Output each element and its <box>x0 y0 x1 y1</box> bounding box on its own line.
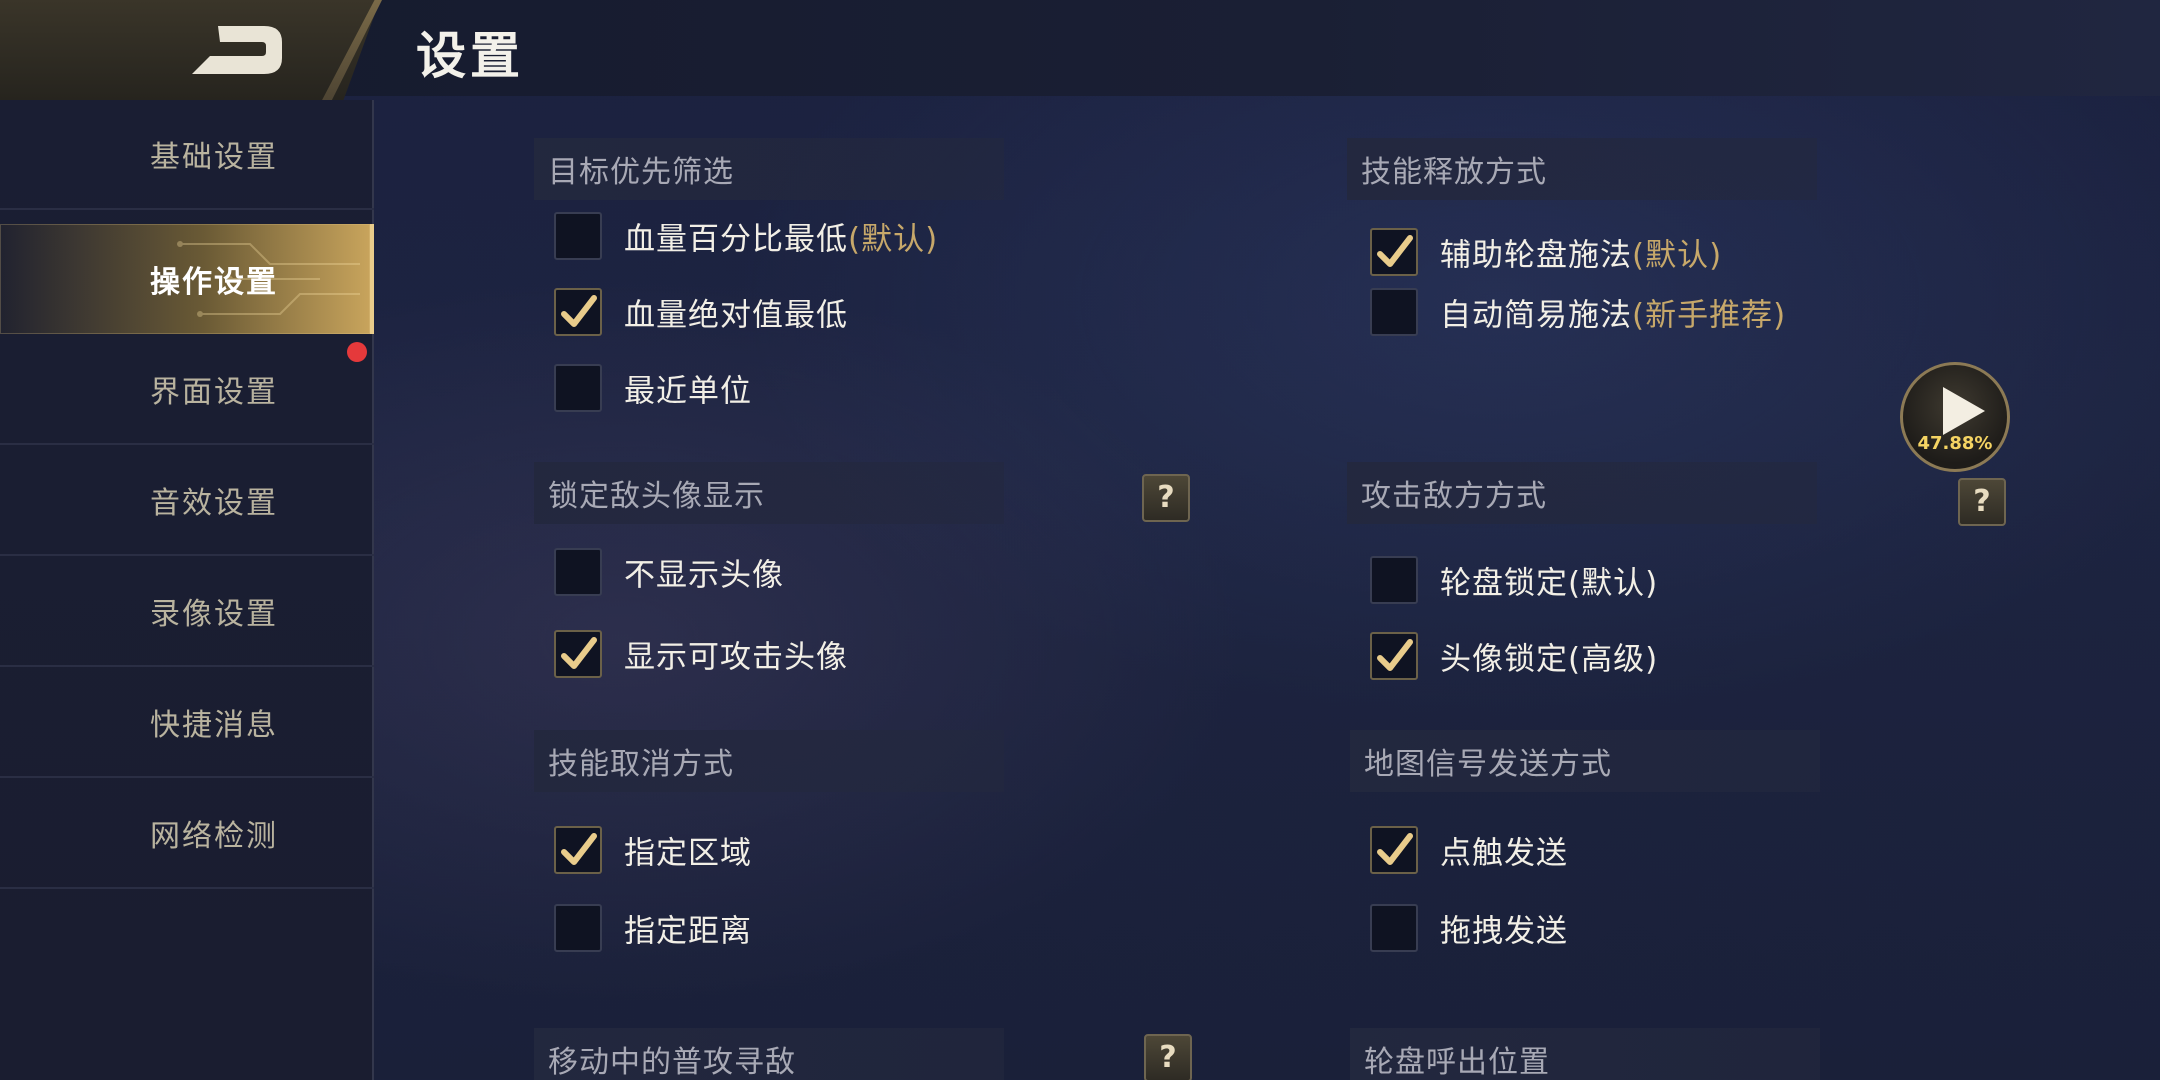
checkbox[interactable] <box>554 630 602 678</box>
sidebar-item-sound-settings[interactable]: 音效设置 <box>0 446 374 556</box>
back-arrow-icon <box>192 26 282 74</box>
option-label: 最近单位 <box>624 373 752 410</box>
checkbox[interactable] <box>1370 228 1418 276</box>
sidebar: 基础设置 操作设置 界面设置 音效设置 录像设置 快捷消息 网络检测 <box>0 100 374 1080</box>
checkbox[interactable] <box>554 288 602 336</box>
section-title: 目标优先筛选 <box>548 155 734 190</box>
sidebar-item-label: 操作设置 <box>150 265 278 300</box>
checkmark-icon <box>1377 833 1413 865</box>
play-video-button[interactable]: 47.88% <box>1900 362 2010 472</box>
option-label: 自动简易施法(新手推荐) <box>1440 297 1787 334</box>
checkbox[interactable] <box>554 904 602 952</box>
section-title: 轮盘呼出位置 <box>1364 1045 1550 1080</box>
page-title: 设置 <box>416 27 524 85</box>
option-label: 显示可攻击头像 <box>624 639 848 676</box>
section-title: 技能释放方式 <box>1361 155 1547 190</box>
sidebar-item-label: 网络检测 <box>150 819 278 854</box>
sidebar-item-label: 基础设置 <box>150 140 278 175</box>
option-label: 指定距离 <box>624 913 752 950</box>
checkbox[interactable] <box>1370 632 1418 680</box>
checkbox[interactable] <box>554 212 602 260</box>
sidebar-item-control-settings[interactable]: 操作设置 <box>0 224 374 334</box>
help-button[interactable]: ? <box>1144 1034 1192 1080</box>
section-header-attack-mode: 攻击敌方方式 <box>1347 462 1817 524</box>
checkbox[interactable] <box>554 364 602 412</box>
section-header-target-priority: 目标优先筛选 <box>534 138 1004 200</box>
checkmark-icon <box>1377 235 1413 267</box>
checkbox[interactable] <box>1370 904 1418 952</box>
help-button[interactable]: ? <box>1958 478 2006 526</box>
sidebar-item-quick-messages[interactable]: 快捷消息 <box>0 668 374 778</box>
section-header-skill-cast: 技能释放方式 <box>1347 138 1817 200</box>
section-header-skill-cancel: 技能取消方式 <box>534 730 1004 792</box>
checkbox[interactable] <box>1370 288 1418 336</box>
checkbox[interactable] <box>1370 826 1418 874</box>
help-button[interactable]: ? <box>1142 474 1190 522</box>
checkmark-icon <box>561 637 597 669</box>
sidebar-item-label: 快捷消息 <box>150 708 278 743</box>
checkmark-icon <box>561 295 597 327</box>
sidebar-item-interface-settings[interactable]: 界面设置 <box>0 335 374 445</box>
option-label: 血量绝对值最低 <box>624 297 848 334</box>
checkbox[interactable] <box>554 826 602 874</box>
section-title: 锁定敌头像显示 <box>548 479 765 514</box>
option-label: 指定区域 <box>624 835 752 872</box>
checkmark-icon <box>561 833 597 865</box>
section-header-wheel-position: 轮盘呼出位置 <box>1350 1028 1820 1080</box>
sidebar-item-label: 录像设置 <box>150 597 278 632</box>
sidebar-item-label: 界面设置 <box>150 375 278 410</box>
section-title: 攻击敌方方式 <box>1361 479 1547 514</box>
sidebar-item-label: 音效设置 <box>150 486 278 521</box>
section-header-move-attack: 移动中的普攻寻敌 <box>534 1028 1004 1080</box>
section-title: 技能取消方式 <box>548 747 734 782</box>
section-header-map-signal: 地图信号发送方式 <box>1350 730 1820 792</box>
option-label: 拖拽发送 <box>1440 913 1568 950</box>
option-label: 不显示头像 <box>624 557 784 594</box>
option-label: 点触发送 <box>1440 835 1568 872</box>
section-header-lock-avatar: 锁定敌头像显示 <box>534 462 1004 524</box>
option-label: 头像锁定(高级) <box>1440 641 1659 678</box>
checkbox[interactable] <box>554 548 602 596</box>
sidebar-item-network-check[interactable]: 网络检测 <box>0 779 374 889</box>
checkbox[interactable] <box>1370 556 1418 604</box>
progress-percent: 47.88% <box>1917 433 1993 454</box>
option-label: 轮盘锁定(默认) <box>1440 565 1659 602</box>
checkmark-icon <box>1377 639 1413 671</box>
play-icon <box>1943 387 1985 435</box>
option-label: 血量百分比最低(默认) <box>624 221 939 258</box>
back-button[interactable] <box>180 20 300 80</box>
sidebar-item-basic-settings[interactable]: 基础设置 <box>0 100 374 210</box>
section-title: 地图信号发送方式 <box>1364 747 1612 782</box>
notification-dot <box>347 342 367 362</box>
section-title: 移动中的普攻寻敌 <box>548 1045 796 1080</box>
option-label: 辅助轮盘施法(默认) <box>1440 237 1723 274</box>
sidebar-item-replay-settings[interactable]: 录像设置 <box>0 557 374 667</box>
